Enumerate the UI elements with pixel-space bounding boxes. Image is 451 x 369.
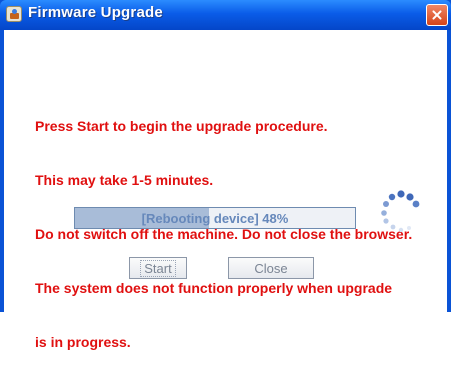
upgrade-progress-bar: [Rebooting device] 48%: [74, 207, 356, 229]
window-title: Firmware Upgrade: [28, 4, 163, 21]
instruction-line: Press Start to begin the upgrade procedu…: [35, 118, 328, 134]
instruction-line: is in progress.: [35, 334, 131, 350]
progress-text: [Rebooting device] 48%: [141, 210, 289, 226]
start-button-label: Start: [140, 259, 176, 277]
loading-spinner-icon: [381, 190, 420, 233]
instruction-line: This may take 1-5 minutes.: [35, 172, 214, 188]
close-button[interactable]: Close: [228, 257, 314, 279]
java-cup-icon: [6, 6, 22, 22]
title-bar[interactable]: Firmware Upgrade: [0, 0, 451, 30]
instruction-line: The system does not function properly wh…: [35, 280, 393, 296]
close-icon[interactable]: [426, 4, 448, 26]
start-button[interactable]: Start: [129, 257, 187, 279]
